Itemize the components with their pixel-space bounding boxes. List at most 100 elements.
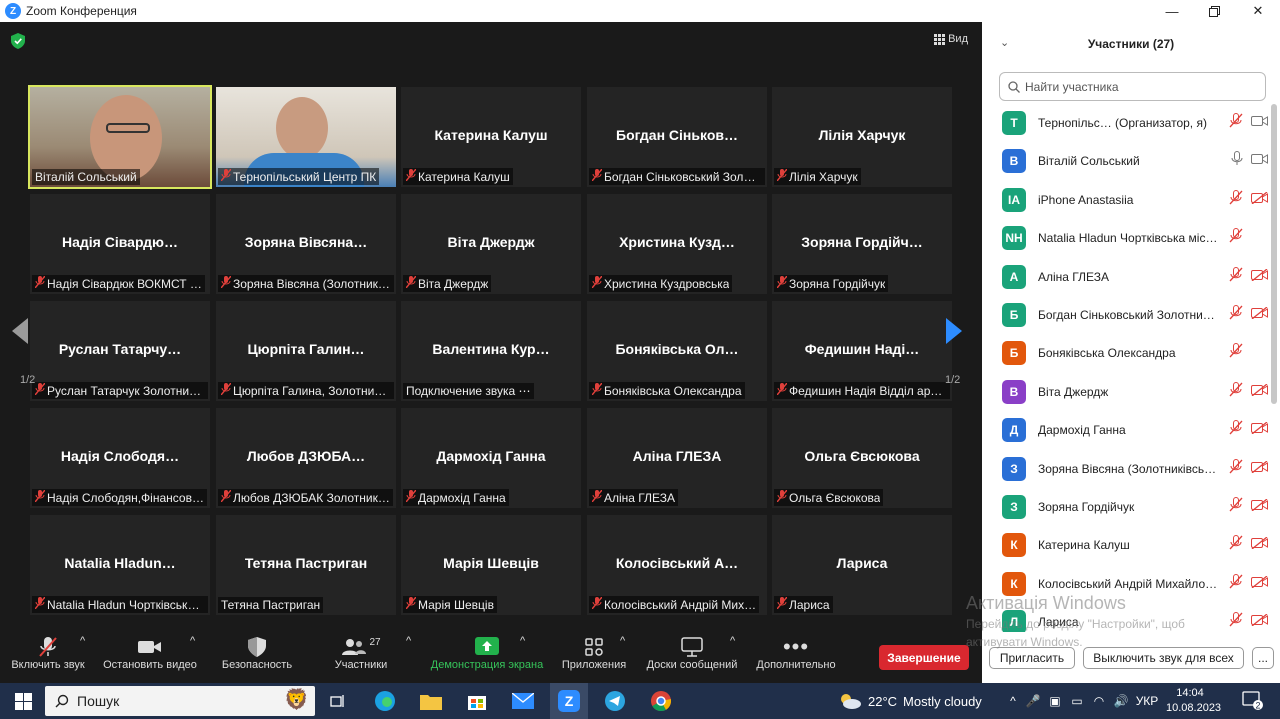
- video-tile[interactable]: Боняківська Ол… Боняківська Олександра: [587, 301, 767, 401]
- video-tile[interactable]: Руслан Татарчу… Руслан Татарчук Золотник…: [30, 301, 210, 401]
- video-tile[interactable]: Дармохід Ганна Дармохід Ганна: [401, 408, 581, 508]
- video-tile[interactable]: Лариса Лариса: [772, 515, 952, 615]
- audio-options-caret-icon[interactable]: ^: [80, 635, 85, 647]
- participant-row[interactable]: Б Богдан Сіньковський Золотни…: [982, 296, 1272, 334]
- unmute-button[interactable]: Включить звук: [8, 635, 88, 671]
- video-tile[interactable]: Любов ДЗЮБА… Любов ДЗЮБАК Золотник…: [216, 408, 396, 508]
- video-tile[interactable]: Колосівський А… Колосівський Андрій Мих…: [587, 515, 767, 615]
- minimize-button[interactable]: —: [1151, 0, 1193, 22]
- camera-off-icon[interactable]: [1251, 536, 1268, 554]
- participant-row[interactable]: T Тернопільс… (Организатор, я): [982, 104, 1272, 142]
- mic-muted-icon[interactable]: [1229, 113, 1243, 133]
- mic-muted-icon[interactable]: [1229, 497, 1243, 517]
- more-button[interactable]: ••• Дополнительно: [752, 635, 840, 672]
- previous-page-arrow-icon[interactable]: [12, 318, 28, 344]
- participant-row[interactable]: NH Natalia Hladun Чортківська міська …: [982, 219, 1272, 257]
- whiteboards-button[interactable]: Доски сообщений: [642, 635, 742, 671]
- participants-button[interactable]: 27 Участники: [326, 635, 396, 672]
- video-tile[interactable]: Цюрпіта Галин… Цюрпіта Галина, Золотник…: [216, 301, 396, 401]
- zoom-taskbar-icon[interactable]: Z: [550, 683, 588, 719]
- mic-muted-icon[interactable]: [1229, 266, 1243, 287]
- video-tile[interactable]: Лілія Харчук Лілія Харчук: [772, 87, 952, 187]
- language-indicator[interactable]: УКР: [1132, 694, 1162, 708]
- participant-search-input[interactable]: Найти участника: [999, 72, 1266, 101]
- clock[interactable]: 14:04 10.08.2023: [1166, 686, 1221, 716]
- start-button[interactable]: [6, 683, 40, 719]
- participant-row[interactable]: К Катерина Калуш: [982, 526, 1272, 564]
- video-tile[interactable]: Аліна ГЛЕЗА Аліна ГЛЕЗА: [587, 408, 767, 508]
- close-button[interactable]: ✕: [1237, 0, 1279, 22]
- mic-muted-icon[interactable]: [1229, 343, 1243, 363]
- tray-camera-icon[interactable]: ▣: [1044, 694, 1066, 708]
- participant-row[interactable]: IA iPhone Anastasiia: [982, 181, 1272, 219]
- stop-video-button[interactable]: Остановить видео: [100, 635, 200, 671]
- camera-icon[interactable]: [1251, 152, 1268, 170]
- file-explorer-icon[interactable]: [414, 683, 448, 719]
- mic-muted-icon[interactable]: [1229, 381, 1243, 402]
- end-meeting-button[interactable]: Завершение: [879, 645, 969, 670]
- video-options-caret-icon[interactable]: ^: [190, 635, 195, 647]
- apps-caret-icon[interactable]: ^: [620, 635, 625, 647]
- participants-caret-icon[interactable]: ^: [406, 635, 411, 647]
- mic-muted-icon[interactable]: [1229, 189, 1243, 210]
- video-tile[interactable]: Зоряна Вівсяна… Зоряна Вівсяна (Золотникі…: [216, 194, 396, 294]
- share-options-caret-icon[interactable]: ^: [520, 635, 525, 647]
- video-tile[interactable]: Федишин Наді… Федишин Надія Відділ арх…: [772, 301, 952, 401]
- mic-muted-icon[interactable]: [1229, 420, 1243, 440]
- video-tile[interactable]: Христина Кузд… Христина Куздровська: [587, 194, 767, 294]
- video-tile[interactable]: Богдан Сіньков… Богдан Сіньковський Золо…: [587, 87, 767, 187]
- whiteboards-caret-icon[interactable]: ^: [730, 635, 735, 647]
- mic-muted-icon[interactable]: [1229, 458, 1243, 479]
- camera-off-icon[interactable]: [1251, 268, 1268, 286]
- camera-off-icon[interactable]: [1251, 613, 1268, 631]
- camera-off-icon[interactable]: [1251, 460, 1268, 478]
- notifications-button[interactable]: 2: [1236, 683, 1270, 719]
- participant-row[interactable]: З Зоряна Гордійчук: [982, 488, 1272, 526]
- video-tile[interactable]: Віталій Сольський: [28, 85, 212, 189]
- video-tile[interactable]: Зоряна Гордійч… Зоряна Гордійчук: [772, 194, 952, 294]
- panel-more-button[interactable]: ...: [1252, 647, 1274, 669]
- weather-widget[interactable]: 22°C Mostly cloudy: [838, 683, 982, 719]
- tray-mic-icon[interactable]: 🎤: [1022, 694, 1044, 708]
- security-button[interactable]: Безопасность: [218, 635, 296, 671]
- edge-icon[interactable]: [368, 683, 402, 719]
- mic-muted-icon[interactable]: [1229, 535, 1243, 555]
- participant-row[interactable]: Д Дармохід Ганна: [982, 411, 1272, 449]
- mic-muted-icon[interactable]: [1229, 612, 1243, 632]
- video-tile[interactable]: Тернопільський Центр ПК: [216, 87, 396, 187]
- video-tile[interactable]: Ольга Євсюкова Ольга Євсюкова: [772, 408, 952, 508]
- participant-list-scrollbar[interactable]: [1271, 104, 1277, 404]
- microsoft-store-icon[interactable]: [460, 683, 494, 719]
- task-view-icon[interactable]: [322, 683, 354, 719]
- maximize-button[interactable]: [1193, 0, 1235, 22]
- volume-icon[interactable]: 🔊: [1110, 694, 1132, 708]
- video-tile[interactable]: Катерина Калуш Катерина Калуш: [401, 87, 581, 187]
- camera-off-icon[interactable]: [1251, 575, 1268, 593]
- security-shield-icon[interactable]: [11, 33, 25, 49]
- mic-muted-icon[interactable]: [1229, 305, 1243, 325]
- mail-icon[interactable]: [506, 683, 540, 719]
- tray-chevron-icon[interactable]: ^: [1004, 694, 1022, 708]
- view-button[interactable]: Вид: [934, 33, 968, 45]
- video-tile[interactable]: Natalia Hladun… Natalia Hladun Чортківськ…: [30, 515, 210, 615]
- participant-row[interactable]: A Аліна ГЛЕЗА: [982, 258, 1272, 296]
- telegram-icon[interactable]: [598, 683, 632, 719]
- camera-off-icon[interactable]: [1251, 306, 1268, 324]
- camera-off-icon[interactable]: [1251, 421, 1268, 439]
- camera-icon[interactable]: [1251, 114, 1268, 132]
- mic-muted-icon[interactable]: [1229, 573, 1243, 594]
- next-page-arrow-icon[interactable]: [946, 318, 962, 344]
- share-screen-button[interactable]: Демонстрация экрана: [428, 635, 546, 671]
- video-tile[interactable]: Тетяна Пастриган Тетяна Пастриган: [216, 515, 396, 615]
- video-tile[interactable]: Надія Слободя… Надія Слободян,Фінансов…: [30, 408, 210, 508]
- video-tile[interactable]: Марія Шевців Марія Шевців: [401, 515, 581, 615]
- participant-row[interactable]: З Зоряна Вівсяна (Золотниківсь…: [982, 450, 1272, 488]
- video-tile[interactable]: Віта Джердж Віта Джердж: [401, 194, 581, 294]
- participant-row[interactable]: B Віта Джердж: [982, 373, 1272, 411]
- video-tile[interactable]: Надія Сівардю… Надія Сівардюк ВОКМСТ …: [30, 194, 210, 294]
- participant-row[interactable]: B Віталій Сольський: [982, 142, 1272, 180]
- mic-icon[interactable]: [1231, 151, 1243, 171]
- wifi-icon[interactable]: ◠: [1088, 694, 1110, 708]
- participant-row[interactable]: Б Боняківська Олександра: [982, 334, 1272, 372]
- battery-icon[interactable]: ▭: [1066, 694, 1088, 708]
